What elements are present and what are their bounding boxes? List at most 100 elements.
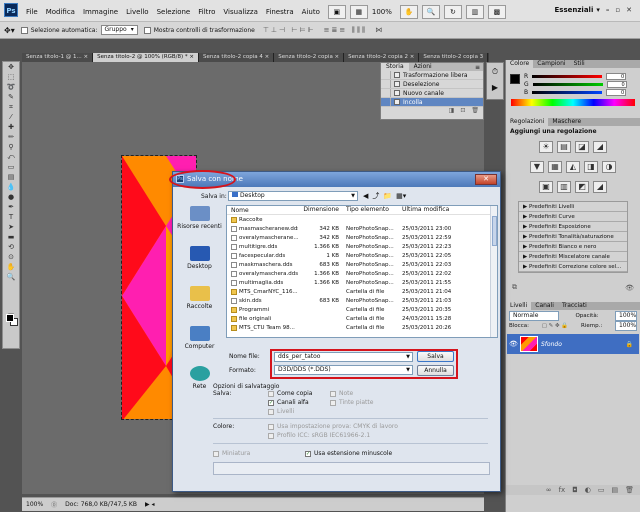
layers-checkbox[interactable] [268, 408, 274, 415]
history-item[interactable]: Deselezione [381, 80, 483, 89]
posterize-icon[interactable]: ▥ [557, 181, 571, 193]
place-raccolte[interactable]: Raccolte [177, 286, 222, 316]
tab-storia[interactable]: Storia [381, 63, 409, 71]
distribute-icons[interactable]: ≡≣≡ ⫼⫼⫼ [324, 26, 367, 35]
back-icon[interactable]: ◀ [363, 192, 368, 200]
file-row[interactable]: overalymaschera.dds 1.366 KB NeroPhotoSnap… [227, 269, 497, 278]
status-menu-icon[interactable]: ▶ ◂ [145, 501, 155, 508]
brush-tool-icon[interactable]: ✏ [3, 132, 19, 142]
history-panel-icon[interactable]: ⏱ [487, 67, 503, 77]
shape-tool-icon[interactable]: ▬ [3, 232, 19, 242]
levels-icon[interactable]: ▤ [557, 141, 571, 153]
3d-orbit-tool-icon[interactable]: ⊙ [3, 252, 19, 262]
actions-panel-icon[interactable]: ▶ [487, 83, 503, 92]
foreground-color-swatch[interactable] [510, 74, 520, 84]
hand-tool-icon[interactable]: ✋ [399, 5, 418, 19]
file-row[interactable]: multitigre.dds 1.366 KB NeroPhotoSnap... 25… [227, 242, 497, 251]
eyedropper-tool-icon[interactable]: ⁄ [3, 112, 19, 122]
move-tool-icon[interactable]: ✥▾ [4, 26, 15, 35]
lowercase-ext-checkbox[interactable]: ✓ [305, 450, 311, 457]
blue-value[interactable]: 0 [606, 88, 627, 96]
restore-icon[interactable]: ▫ [615, 6, 620, 14]
red-value[interactable]: 0 [606, 72, 627, 80]
camera-icon[interactable]: ⊡ [460, 107, 465, 114]
preset-item[interactable]: ▶ Predefiniti Livelli [519, 202, 627, 212]
col-date[interactable]: Ultima modifica [398, 206, 454, 214]
tab-maschere[interactable]: Maschere [548, 118, 585, 126]
preset-item[interactable]: ▶ Predefiniti Curve [519, 212, 627, 222]
proof-checkbox[interactable] [268, 423, 274, 430]
color-spectrum[interactable] [511, 99, 635, 106]
trash-icon[interactable]: 🗑 [625, 486, 634, 494]
green-value[interactable]: 0 [606, 80, 627, 88]
layer-row[interactable]: 👁 Sfondo 🔒 [507, 334, 639, 354]
transform-controls-checkbox[interactable] [143, 26, 151, 34]
tab-canali[interactable]: Canali [531, 302, 558, 310]
fill-field[interactable]: 100% [614, 321, 637, 331]
curves-icon[interactable]: ◪ [575, 141, 589, 153]
dodge-tool-icon[interactable]: ● [3, 192, 19, 202]
save-button[interactable]: Salva [417, 351, 454, 362]
workspace-switcher[interactable]: Essenziali ▾ – ▫ ✕ [555, 6, 632, 14]
file-list-scrollbar[interactable] [490, 206, 497, 337]
invert-icon[interactable]: ▣ [539, 181, 553, 193]
menu-modifica[interactable]: Modifica [46, 8, 75, 16]
pen-tool-icon[interactable]: ✒ [3, 202, 19, 212]
black-white-icon[interactable]: ◨ [584, 161, 598, 173]
format-dropdown[interactable]: D3D/DDS (*.DDS) ▼ [274, 365, 413, 375]
gradient-map-icon[interactable]: ◢ [593, 181, 607, 193]
trash-icon[interactable]: 🗑 [471, 107, 479, 114]
file-row[interactable]: maskmaschera.dds 683 KB NeroPhotoSnap... 25… [227, 260, 497, 269]
clone-stamp-tool-icon[interactable]: ⚲ [3, 142, 19, 152]
marquee-tool-icon[interactable]: ⬚ [3, 72, 19, 82]
bridge-icon[interactable]: ▣ [327, 5, 346, 19]
rotate-view-icon[interactable]: ↻ [443, 5, 462, 19]
preset-item[interactable]: ▶ Predefiniti Tonalità/saturazione [519, 232, 627, 242]
foreground-color-swatch[interactable] [6, 314, 14, 322]
close-icon[interactable]: ✕ [626, 6, 632, 14]
group-icon[interactable]: ▭ [598, 486, 605, 494]
tab-document-5[interactable]: Senza titolo-2 copia 2 × [344, 53, 420, 62]
auto-align-icon[interactable]: ⋈ [375, 26, 384, 34]
place-recent[interactable]: Risorse recenti [177, 206, 222, 236]
menu-aiuto[interactable]: Aiuto [302, 8, 320, 16]
view-menu-icon[interactable]: ▦▾ [396, 192, 406, 200]
vibrance-icon[interactable]: ▼ [530, 161, 544, 173]
zoom-tool-icon[interactable]: 🔍 [3, 272, 19, 282]
close-icon[interactable]: ✕ [475, 174, 497, 185]
save-in-dropdown[interactable]: Desktop ▼ [228, 191, 358, 201]
brightness-contrast-icon[interactable]: ☀ [539, 141, 553, 153]
adjustment-layer-icon[interactable]: ◐ [585, 486, 591, 494]
green-slider[interactable] [532, 82, 603, 86]
threshold-icon[interactable]: ◩ [575, 181, 589, 193]
blue-slider[interactable] [532, 90, 603, 94]
scrollbar-thumb[interactable] [492, 216, 497, 246]
crop-tool-icon[interactable]: ⌗ [3, 102, 19, 112]
file-row[interactable]: Raccolte [227, 215, 497, 224]
menu-filtro[interactable]: Filtro [198, 8, 215, 16]
type-tool-icon[interactable]: T [3, 212, 19, 222]
col-size[interactable]: Dimensione [298, 206, 342, 214]
file-row[interactable]: MTS_CTU Team 98... Cartella di file 25/03/… [227, 323, 497, 332]
lock-icons[interactable]: ▢ ✎ ✥ 🔒 [542, 323, 569, 329]
menu-immagine[interactable]: Immagine [83, 8, 118, 16]
red-slider[interactable] [532, 74, 603, 78]
filename-input[interactable]: dds_per_tatoo ▼ [274, 352, 413, 362]
as-copy-checkbox[interactable] [268, 390, 274, 397]
new-snapshot-icon[interactable]: ◨ [449, 107, 455, 114]
auto-select-checkbox[interactable] [20, 26, 28, 34]
tab-regolazioni[interactable]: Regolazioni [506, 118, 549, 126]
align-icons[interactable]: ⊤⊥⊣ ⊢⊨⊩ [263, 26, 316, 34]
thumbnail-checkbox[interactable] [213, 450, 219, 457]
alpha-checkbox[interactable]: ✓ [268, 399, 274, 406]
tab-document-6[interactable]: Senza titolo-2 copia 3 [419, 53, 489, 62]
file-row[interactable]: file originali Cartella di file 24/03/2011… [227, 314, 497, 323]
menu-finestra[interactable]: Finestra [266, 8, 294, 16]
zoom-level[interactable]: 100% [372, 8, 392, 16]
cancel-button[interactable]: Annulla [417, 365, 454, 376]
preset-item[interactable]: ▶ Predefiniti Bianco e nero [519, 242, 627, 252]
history-brush-tool-icon[interactable]: ⤺ [3, 152, 19, 162]
menu-file[interactable]: File [26, 8, 38, 16]
mask-icon[interactable]: ◘ [572, 486, 578, 494]
status-zoom[interactable]: 100% [26, 501, 43, 508]
